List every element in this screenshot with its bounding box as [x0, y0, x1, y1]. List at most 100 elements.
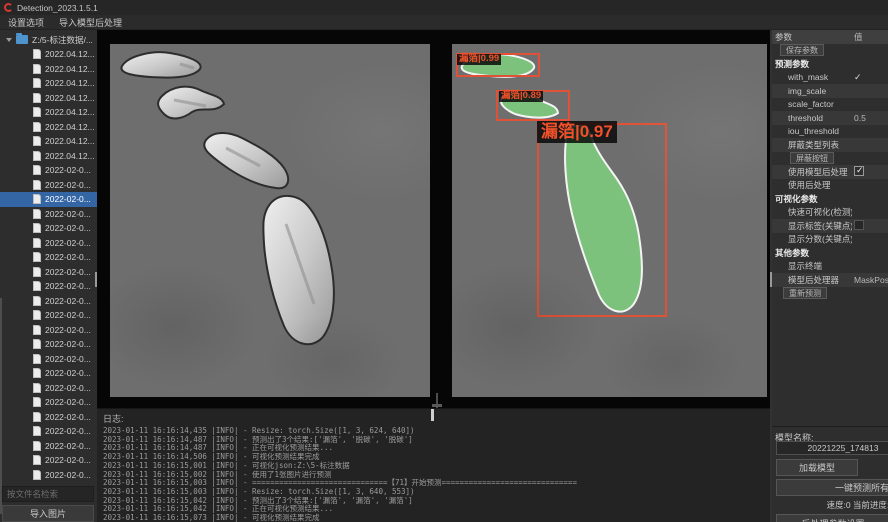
left-splitter-handle[interactable]	[95, 272, 97, 287]
tree-item[interactable]: 2022.04.12...	[0, 91, 97, 106]
tree-item-label: 2022-02-0...	[45, 455, 91, 465]
file-icon	[33, 455, 41, 465]
param-button[interactable]: 重新预测	[783, 287, 827, 299]
tree-item[interactable]: 2022-02-0...	[0, 279, 97, 294]
tree-item[interactable]: 2022-02-0...	[0, 207, 97, 222]
param-row: scale_factor	[772, 98, 888, 112]
postprocess-settings-button[interactable]: 后处理参数设置	[776, 514, 888, 522]
file-tree: Z:/5-标注数据/... 2022.04.12...2022.04.12...…	[0, 32, 97, 484]
folder-icon	[16, 35, 28, 44]
param-label: 快速可视化(检测)	[772, 206, 852, 218]
param-row: 显示标签(关键点)	[772, 219, 888, 233]
tree-item-label: 2022-02-0...	[45, 368, 91, 378]
app-logo-icon	[4, 3, 13, 12]
parameters-panel: 参数 值 保存参数预测参数with_mask✓img_scalescale_fa…	[772, 30, 888, 522]
checkbox-unchecked-icon[interactable]	[854, 220, 864, 230]
tree-item-label: 2022-02-0...	[45, 238, 91, 248]
original-image	[110, 44, 430, 397]
tree-item[interactable]: 2022-02-0...	[0, 236, 97, 251]
tree-item[interactable]: 2022-02-0...	[0, 381, 97, 396]
file-icon	[33, 412, 41, 422]
load-model-button[interactable]: 加载模型	[776, 459, 858, 476]
param-row: 重新预测	[772, 287, 888, 301]
menu-import-postprocess[interactable]: 导入模型后处理	[59, 16, 122, 29]
param-label: 可视化参数	[772, 193, 852, 205]
file-icon	[33, 296, 41, 306]
import-images-button[interactable]: 导入图片	[2, 505, 94, 522]
file-icon	[33, 470, 41, 480]
tree-item-label: 2022-02-0...	[45, 383, 91, 393]
tree-item[interactable]: 2022.04.12...	[0, 105, 97, 120]
tree-item[interactable]: 2022-02-0...	[0, 265, 97, 280]
file-icon	[33, 383, 41, 393]
tree-item[interactable]: 2022.04.12...	[0, 134, 97, 149]
file-icon	[33, 122, 41, 132]
menu-settings[interactable]: 设置选项	[8, 16, 44, 29]
tree-item-label: 2022.04.12...	[45, 93, 95, 103]
progress-status: 速度:0 当前进度:0	[772, 499, 888, 511]
detection-box-3	[537, 123, 667, 317]
param-row: 预测参数	[772, 57, 888, 71]
model-name-field[interactable]: 20221225_174813	[776, 441, 888, 455]
app-window: Detection_2023.1.5.1 设置选项 导入模型后处理 Z:/5-标…	[0, 0, 888, 522]
param-label: iou_threshold	[772, 126, 852, 136]
tree-scrollbar[interactable]	[0, 298, 2, 514]
tree-item-label: 2022-02-0...	[45, 296, 91, 306]
file-icon	[33, 354, 41, 364]
tree-item[interactable]: 2022-02-0...	[0, 337, 97, 352]
param-column-header: 参数	[772, 31, 852, 43]
detection-label-1: 漏箔|0.99	[457, 54, 501, 65]
tree-item[interactable]: 2022.04.12...	[0, 62, 97, 77]
tree-item[interactable]: 2022-02-0	[0, 482, 97, 484]
chevron-down-icon[interactable]	[6, 38, 12, 42]
tree-item-label: 2022-02-0...	[45, 267, 91, 277]
tree-item-label: 2022-02-0...	[45, 325, 91, 335]
param-table-header: 参数 值	[772, 30, 888, 44]
tree-item[interactable]: 2022-02-0...	[0, 410, 97, 425]
tree-item[interactable]: 2022-02-0...	[0, 294, 97, 309]
title-bar: Detection_2023.1.5.1	[0, 0, 888, 15]
checkbox-checked-icon[interactable]	[854, 166, 864, 176]
file-icon	[33, 180, 41, 190]
tree-item[interactable]: 2022-02-0...	[0, 424, 97, 439]
value-column-header: 值	[852, 31, 888, 43]
predict-all-button[interactable]: 一键预测所有图片	[776, 479, 888, 496]
tree-item[interactable]: 2022-02-0...	[0, 250, 97, 265]
panel-splitter-handle[interactable]	[432, 404, 442, 407]
param-label: threshold	[772, 113, 852, 123]
tree-item[interactable]: 2022.04.12...	[0, 149, 97, 164]
param-value	[852, 220, 888, 232]
tree-item-label: 2022-02-0...	[45, 426, 91, 436]
tree-item[interactable]: 2022-02-0...	[0, 323, 97, 338]
tree-item[interactable]: 2022-02-0...	[0, 308, 97, 323]
param-button[interactable]: 屏蔽按钮	[790, 152, 834, 164]
tree-item-label: 2022.04.12...	[45, 78, 95, 88]
tree-item[interactable]: 2022-02-0...	[0, 192, 97, 207]
tree-item-label: 2022-02-0...	[45, 339, 91, 349]
log-scrollbar[interactable]	[431, 409, 434, 421]
param-button[interactable]: 保存参数	[780, 44, 824, 56]
tree-item[interactable]: 2022-02-0...	[0, 439, 97, 454]
tree-item[interactable]: 2022-02-0...	[0, 178, 97, 193]
param-row: 显示终端	[772, 260, 888, 274]
search-input[interactable]	[2, 486, 94, 502]
tree-item[interactable]: 2022.04.12...	[0, 47, 97, 62]
tree-item[interactable]: 2022-02-0...	[0, 395, 97, 410]
tree-root-folder[interactable]: Z:/5-标注数据/...	[0, 32, 97, 47]
tree-item[interactable]: 2022-02-0...	[0, 163, 97, 178]
tree-item[interactable]: 2022-02-0...	[0, 366, 97, 381]
tree-item[interactable]: 2022-02-0...	[0, 221, 97, 236]
tree-item-label: 2022-02-0...	[45, 223, 91, 233]
tree-item[interactable]: 2022-02-0...	[0, 352, 97, 367]
param-label: 预测参数	[772, 58, 852, 70]
file-icon	[33, 441, 41, 451]
tree-item[interactable]: 2022-02-0...	[0, 453, 97, 468]
tree-item[interactable]: 2022-02-0...	[0, 468, 97, 483]
param-row: 屏蔽类型列表	[772, 138, 888, 152]
param-label: 显示标签(关键点)	[772, 220, 852, 232]
param-label: 使用模型后处理	[772, 166, 852, 178]
param-label: scale_factor	[772, 99, 852, 109]
tree-item[interactable]: 2022.04.12...	[0, 120, 97, 135]
tree-item[interactable]: 2022.04.12...	[0, 76, 97, 91]
file-icon	[33, 165, 41, 175]
